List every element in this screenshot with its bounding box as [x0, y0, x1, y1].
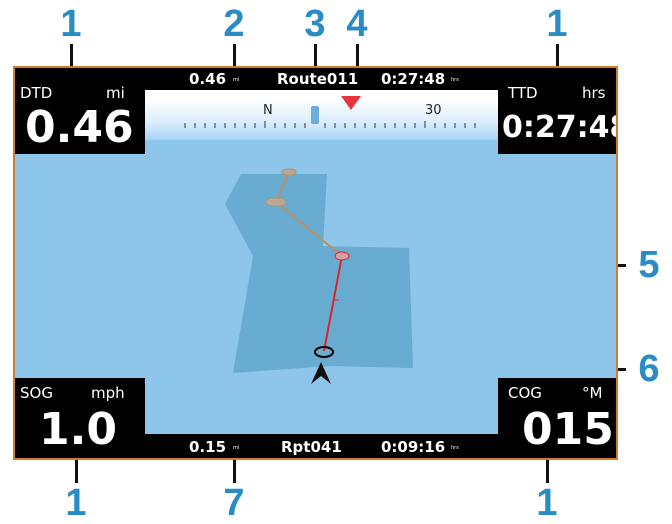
- callout-1-top-right: 1: [546, 3, 568, 45]
- cog-label: COG: [508, 384, 542, 402]
- waypoint-name: Rpt041: [281, 438, 342, 456]
- route-name: Route011: [277, 70, 359, 88]
- waypoint-past-2: [265, 197, 287, 207]
- ttd-unit: hrs: [582, 84, 606, 102]
- callout-1-top-left: 1: [60, 3, 82, 45]
- bottom-distance-unit: mi: [233, 445, 240, 451]
- ttd-label: TTD: [508, 84, 538, 102]
- callout-4: 4: [346, 3, 368, 45]
- compass-north-label: N: [263, 103, 273, 118]
- bearing-marker-icon: [341, 96, 361, 110]
- compass-degree-label: 30: [425, 103, 442, 118]
- callout-1-bottom-right: 1: [536, 482, 558, 524]
- sog-panel[interactable]: SOG mph 1.0: [15, 378, 145, 458]
- ttd-panel[interactable]: TTD hrs 0:27:48: [498, 68, 616, 154]
- dtd-panel[interactable]: DTD mi 0.46: [15, 68, 145, 154]
- callout-7: 7: [223, 482, 245, 524]
- cog-value: 015: [522, 404, 614, 455]
- dtd-unit: mi: [106, 84, 125, 102]
- callout-1-bottom-left: 1: [65, 482, 87, 524]
- cog-unit: °M: [582, 384, 603, 402]
- top-data-bar[interactable]: 0.46 mi Route011 0:27:48 hrs: [145, 68, 498, 90]
- compass-ticks: [184, 121, 476, 128]
- heading-indicator: [311, 106, 319, 124]
- callout-5: 5: [638, 244, 660, 286]
- sog-label: SOG: [20, 384, 53, 402]
- dtd-value: 0.46: [25, 102, 134, 153]
- bottom-time: 0:09:16: [381, 438, 446, 456]
- callout-3: 3: [304, 3, 326, 45]
- callout-2: 2: [223, 3, 245, 45]
- highway-view-screen[interactable]: N 30 DTD mi 0.46 TTD hrs 0:27:48 SOG mph…: [13, 66, 618, 460]
- cog-panel[interactable]: COG °M 015: [498, 378, 616, 458]
- top-time: 0:27:48: [381, 70, 446, 88]
- sog-unit: mph: [91, 384, 125, 402]
- waypoint-active: [334, 251, 350, 261]
- bottom-data-bar[interactable]: 0.15 mi Rpt041 0:09:16 hrs: [145, 434, 498, 458]
- bottom-distance: 0.15: [189, 438, 227, 456]
- bottom-time-unit: hrs: [451, 445, 459, 451]
- top-distance-unit: mi: [233, 77, 240, 83]
- waypoint-past-1: [281, 168, 297, 176]
- top-distance: 0.46: [189, 70, 227, 88]
- dtd-label: DTD: [20, 84, 53, 102]
- navigable-channel: [225, 174, 413, 373]
- top-time-unit: hrs: [451, 77, 459, 83]
- callout-6: 6: [638, 348, 660, 390]
- ttd-value: 0:27:48: [502, 110, 618, 145]
- sog-value: 1.0: [39, 404, 117, 455]
